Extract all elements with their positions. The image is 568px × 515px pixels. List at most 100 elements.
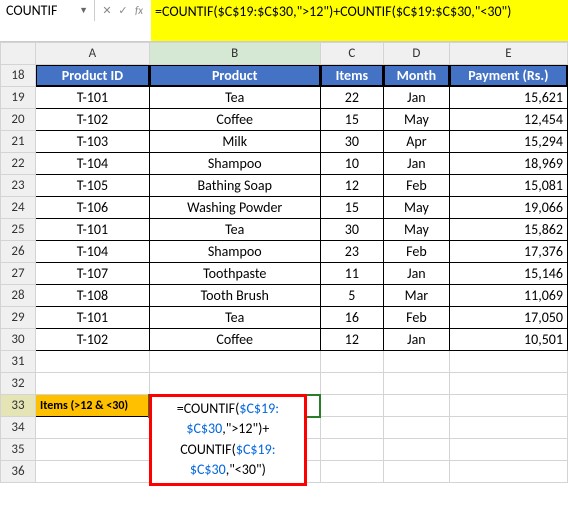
cell-C23[interactable]: 12 (320, 175, 383, 197)
row-header[interactable]: 36 (1, 461, 36, 483)
cell-C21[interactable]: 30 (320, 131, 383, 153)
cell-C25[interactable]: 30 (320, 219, 383, 241)
col-header-d[interactable]: D (384, 43, 450, 65)
cell-E33[interactable] (449, 395, 567, 417)
row-header[interactable]: 32 (1, 373, 36, 395)
cell-B22[interactable]: Shampoo (149, 153, 320, 175)
cell-E25[interactable]: 15,862 (449, 219, 567, 241)
cell-E26[interactable]: 17,376 (449, 241, 567, 263)
cell-A27[interactable]: T-107 (36, 263, 150, 285)
cancel-icon[interactable]: ✕ (101, 4, 113, 17)
cell-C24[interactable]: 15 (320, 197, 383, 219)
cell-C34[interactable] (320, 417, 383, 439)
spreadsheet-grid[interactable]: A B C D E 18Product IDProductItemsMonthP… (0, 42, 568, 483)
cell-A23[interactable]: T-105 (36, 175, 150, 197)
cell-C27[interactable]: 11 (320, 263, 383, 285)
cell-C26[interactable]: 23 (320, 241, 383, 263)
cell-E23[interactable]: 15,081 (449, 175, 567, 197)
row-header[interactable]: 19 (1, 87, 36, 109)
cell-D22[interactable]: Jan (384, 153, 450, 175)
check-icon[interactable]: ✓ (117, 4, 129, 17)
cell-A25[interactable]: T-101 (36, 219, 150, 241)
row-header[interactable]: 31 (1, 351, 36, 373)
cell-C18[interactable]: Items (320, 65, 383, 87)
row-header[interactable]: 23 (1, 175, 36, 197)
row-header[interactable]: 24 (1, 197, 36, 219)
row-header[interactable]: 20 (1, 109, 36, 131)
col-header-b[interactable]: B (149, 43, 320, 65)
cell-D21[interactable]: Apr (384, 131, 450, 153)
cell-B19[interactable]: Tea (149, 87, 320, 109)
cell-D33[interactable] (384, 395, 450, 417)
cell-A26[interactable]: T-104 (36, 241, 150, 263)
cell-E22[interactable]: 18,969 (449, 153, 567, 175)
cell-D28[interactable]: Mar (384, 285, 450, 307)
cell-D18[interactable]: Month (384, 65, 450, 87)
row-header[interactable]: 26 (1, 241, 36, 263)
cell-E34[interactable] (449, 417, 567, 439)
cell-A24[interactable]: T-106 (36, 197, 150, 219)
cell-A19[interactable]: T-101 (36, 87, 150, 109)
cell-C35[interactable] (320, 439, 383, 461)
cell-A34[interactable] (36, 417, 150, 439)
cell-E29[interactable]: 17,050 (449, 307, 567, 329)
cell-C30[interactable]: 12 (320, 329, 383, 351)
cell-D31[interactable] (384, 351, 450, 373)
cell-B18[interactable]: Product (149, 65, 320, 87)
cell-B24[interactable]: Washing Powder (149, 197, 320, 219)
cell-D24[interactable]: May (384, 197, 450, 219)
row-header[interactable]: 35 (1, 439, 36, 461)
formula-edit-overlay[interactable]: =COUNTIF($C$19:$C$30,">12")+COUNTIF($C$1… (149, 394, 307, 486)
cell-A32[interactable] (36, 373, 150, 395)
row-header[interactable]: 34 (1, 417, 36, 439)
cell-C22[interactable]: 10 (320, 153, 383, 175)
cell-E18[interactable]: Payment (Rs.) (449, 65, 567, 87)
cell-D34[interactable] (384, 417, 450, 439)
cell-A22[interactable]: T-104 (36, 153, 150, 175)
cell-D23[interactable]: Feb (384, 175, 450, 197)
cell-E19[interactable]: 15,621 (449, 87, 567, 109)
chevron-down-icon[interactable]: ▼ (79, 5, 88, 16)
cell-C28[interactable]: 5 (320, 285, 383, 307)
cell-D25[interactable]: May (384, 219, 450, 241)
cell-E20[interactable]: 12,454 (449, 109, 567, 131)
row-header[interactable]: 28 (1, 285, 36, 307)
select-all-corner[interactable] (1, 43, 36, 65)
cell-E28[interactable]: 11,069 (449, 285, 567, 307)
cell-B33[interactable]: =COUNTIF($C$19:$C$30,">12")+COUNTIF($C$1… (149, 395, 320, 417)
cell-B26[interactable]: Shampoo (149, 241, 320, 263)
row-header[interactable]: 21 (1, 131, 36, 153)
cell-D20[interactable]: May (384, 109, 450, 131)
col-header-a[interactable]: A (36, 43, 150, 65)
fx-icon[interactable]: fx (133, 4, 145, 17)
cell-D36[interactable] (384, 461, 450, 483)
row-header[interactable]: 22 (1, 153, 36, 175)
cell-E32[interactable] (449, 373, 567, 395)
formula-input[interactable]: =COUNTIF($C$19:$C$30,">12")+COUNTIF($C$1… (151, 0, 568, 41)
cell-A30[interactable]: T-102 (36, 329, 150, 351)
cell-C31[interactable] (320, 351, 383, 373)
row-header[interactable]: 18 (1, 65, 36, 87)
cell-A33[interactable]: Items (>12 & <30) (36, 395, 150, 417)
cell-C19[interactable]: 22 (320, 87, 383, 109)
cell-E30[interactable]: 10,501 (449, 329, 567, 351)
cell-D30[interactable]: Jan (384, 329, 450, 351)
row-header[interactable]: 27 (1, 263, 36, 285)
row-header[interactable]: 29 (1, 307, 36, 329)
cell-E21[interactable]: 15,294 (449, 131, 567, 153)
cell-C20[interactable]: 15 (320, 109, 383, 131)
cell-D26[interactable]: Feb (384, 241, 450, 263)
cell-E24[interactable]: 19,066 (449, 197, 567, 219)
cell-E35[interactable] (449, 439, 567, 461)
cell-D29[interactable]: Feb (384, 307, 450, 329)
row-header[interactable]: 33 (1, 395, 36, 417)
cell-A35[interactable] (36, 439, 150, 461)
cell-B30[interactable]: Coffee (149, 329, 320, 351)
cell-B27[interactable]: Toothpaste (149, 263, 320, 285)
cell-B29[interactable]: Tea (149, 307, 320, 329)
cell-D19[interactable]: Jan (384, 87, 450, 109)
cell-E31[interactable] (449, 351, 567, 373)
cell-A31[interactable] (36, 351, 150, 373)
cell-B28[interactable]: Tooth Brush (149, 285, 320, 307)
cell-C36[interactable] (320, 461, 383, 483)
